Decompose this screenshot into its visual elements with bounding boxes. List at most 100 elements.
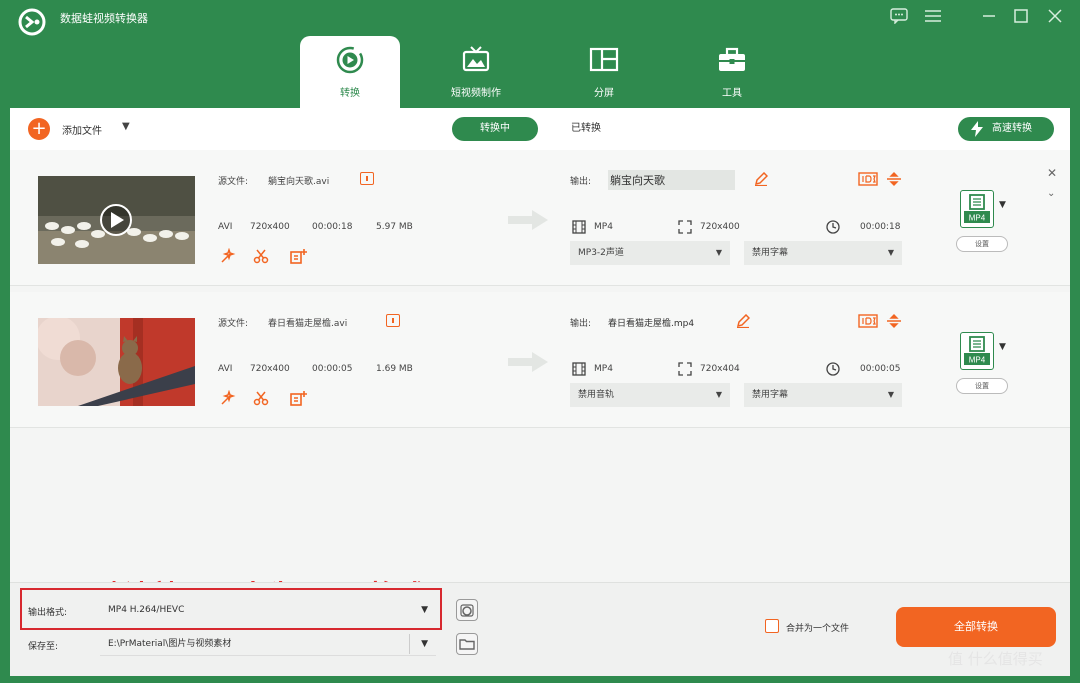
- scissors-icon[interactable]: [253, 248, 269, 264]
- output-format-select[interactable]: MP4 H.264/HEVC ▼: [100, 598, 436, 622]
- audio-track-select[interactable]: MP3-2声道: [570, 241, 730, 265]
- format-settings-icon[interactable]: [456, 599, 478, 621]
- merge-checkbox[interactable]: [765, 619, 779, 633]
- subtitle-select[interactable]: 禁用字幕: [744, 383, 902, 407]
- toolbox-icon: [719, 47, 745, 71]
- remove-file-icon[interactable]: ✕: [1047, 166, 1057, 180]
- tv-icon: [462, 46, 490, 72]
- chevron-down-icon[interactable]: ▼: [999, 342, 1006, 352]
- feedback-icon[interactable]: [888, 8, 910, 28]
- chevron-down-icon: ▼: [421, 605, 428, 615]
- output-resolution: 720x404: [700, 364, 740, 374]
- app-title: 数据蛙视频转换器: [60, 12, 148, 25]
- format-settings-button[interactable]: 设置: [956, 378, 1008, 394]
- source-file-label: 源文件:: [218, 319, 249, 329]
- output-duration: 00:00:05: [860, 364, 901, 374]
- convert-all-button[interactable]: 全部转换: [896, 607, 1056, 647]
- video-thumbnail[interactable]: [38, 318, 195, 406]
- lightning-icon: [971, 121, 983, 137]
- output-format: MP4: [594, 222, 613, 232]
- clock-icon: [826, 362, 840, 376]
- tab-short-video-label: 短视频制作: [451, 88, 501, 99]
- add-file-label[interactable]: 添加文件: [62, 122, 102, 137]
- chevron-down-icon[interactable]: ▼: [999, 200, 1006, 210]
- watermark: 值 什么值得买: [948, 650, 1043, 668]
- save-to-label: 保存至:: [28, 642, 59, 652]
- tab-short-video[interactable]: 短视频制作: [426, 36, 526, 108]
- save-path-select[interactable]: E:\PrMaterial\图片与视频素材 ▼: [100, 632, 436, 656]
- edit-effects-icon[interactable]: [290, 390, 308, 406]
- source-size: 5.97 MB: [376, 222, 413, 232]
- enhance-icon[interactable]: [220, 248, 236, 264]
- merge-split-icon[interactable]: [886, 314, 902, 328]
- source-file-name: 春日看猫走屋檐.avi: [268, 319, 348, 329]
- maximize-icon[interactable]: [1010, 8, 1032, 28]
- toolbar: + 添加文件 ▼ 转换中 已转换 高速转换: [10, 108, 1070, 150]
- tab-tools-label: 工具: [722, 88, 742, 99]
- speed-convert-button[interactable]: 高速转换: [958, 117, 1054, 141]
- enhance-icon[interactable]: [220, 390, 236, 406]
- bottom-bar: 输出格式: MP4 H.264/HEVC ▼ 保存至: E:\PrMateria…: [10, 582, 1070, 676]
- tab-converting[interactable]: 转换中: [452, 117, 538, 141]
- film-icon: [572, 362, 586, 376]
- format-badge-text: MP4: [969, 214, 986, 223]
- speed-convert-label: 高速转换: [992, 123, 1032, 134]
- output-label: 输出:: [570, 319, 592, 329]
- tab-convert[interactable]: 转换: [300, 36, 400, 108]
- tab-split-screen[interactable]: 分屏: [554, 36, 654, 108]
- output-format-value: MP4 H.264/HEVC: [108, 605, 185, 615]
- expand-icon[interactable]: ⌄: [1047, 188, 1055, 199]
- source-duration: 00:00:05: [312, 364, 353, 374]
- source-size: 1.69 MB: [376, 364, 413, 374]
- arrow-right-icon: [508, 210, 548, 230]
- output-name-input[interactable]: 躺宝向天歌: [608, 170, 735, 190]
- tab-split-screen-label: 分屏: [594, 88, 614, 99]
- id3-tag-icon[interactable]: [858, 172, 878, 186]
- format-settings-button[interactable]: 设置: [956, 236, 1008, 252]
- tab-converted[interactable]: 已转换: [560, 117, 612, 141]
- output-format-badge[interactable]: MP4: [960, 190, 994, 228]
- folder-icon[interactable]: [456, 633, 478, 655]
- output-label: 输出:: [570, 177, 592, 187]
- clock-icon: [826, 220, 840, 234]
- scissors-icon[interactable]: [253, 390, 269, 406]
- pencil-icon[interactable]: [736, 314, 750, 328]
- film-icon: [572, 220, 586, 234]
- tab-tools[interactable]: 工具: [682, 36, 782, 108]
- source-file-label: 源文件:: [218, 177, 249, 187]
- source-file-name: 躺宝向天歌.avi: [268, 177, 330, 187]
- source-resolution: 720x400: [250, 222, 290, 232]
- pencil-icon[interactable]: [754, 172, 768, 186]
- resolution-icon: [678, 362, 692, 376]
- convert-icon: [336, 46, 364, 74]
- info-icon[interactable]: [386, 314, 400, 327]
- add-file-button[interactable]: +: [28, 118, 50, 140]
- file-row: 源文件: 春日看猫走屋檐.avi AVI 720x400 00:00:05 1.…: [10, 292, 1070, 428]
- source-format: AVI: [218, 222, 233, 232]
- edit-effects-icon[interactable]: [290, 248, 308, 264]
- output-name[interactable]: 春日看猫走屋檐.mp4: [608, 316, 694, 329]
- save-path-value: E:\PrMaterial\图片与视频素材: [108, 639, 232, 649]
- minimize-icon[interactable]: [978, 8, 1000, 28]
- source-duration: 00:00:18: [312, 222, 353, 232]
- audio-track-select[interactable]: 禁用音轨: [570, 383, 730, 407]
- output-format-badge[interactable]: MP4: [960, 332, 994, 370]
- menu-icon[interactable]: [922, 8, 944, 28]
- app-window: 数据蛙视频转换器 转换 短视频制作 分屏 工具 + 添加文件 ▼ 转换中 已转换…: [0, 0, 1080, 683]
- source-resolution: 720x400: [250, 364, 290, 374]
- format-badge-text: MP4: [969, 356, 986, 365]
- merge-split-icon[interactable]: [886, 172, 902, 186]
- chevron-down-icon[interactable]: ▼: [122, 121, 130, 132]
- video-thumbnail[interactable]: [38, 176, 195, 264]
- info-icon[interactable]: [360, 172, 374, 185]
- id3-tag-icon[interactable]: [858, 314, 878, 328]
- chevron-down-icon: ▼: [421, 639, 428, 649]
- output-resolution: 720x400: [700, 222, 740, 232]
- split-screen-icon: [589, 47, 619, 72]
- close-icon[interactable]: [1044, 8, 1066, 28]
- subtitle-select[interactable]: 禁用字幕: [744, 241, 902, 265]
- source-format: AVI: [218, 364, 233, 374]
- output-format: MP4: [594, 364, 613, 374]
- arrow-right-icon: [508, 352, 548, 372]
- merge-label[interactable]: 合并为一个文件: [786, 621, 849, 634]
